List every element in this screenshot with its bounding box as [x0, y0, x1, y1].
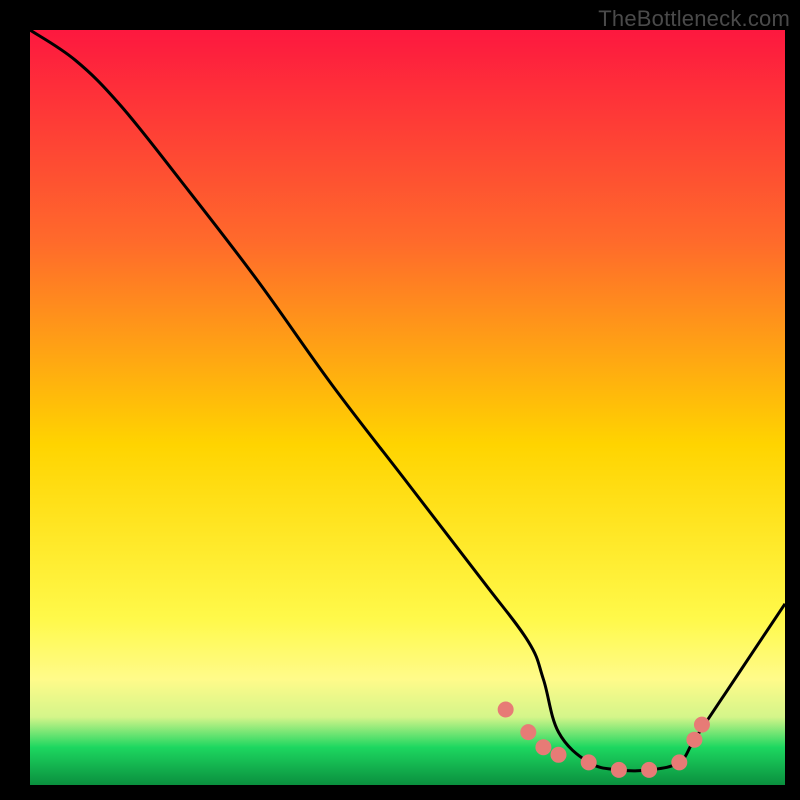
optimal-marker — [520, 724, 536, 740]
optimal-marker — [671, 754, 687, 770]
optimal-marker — [686, 732, 702, 748]
optimal-marker — [581, 754, 597, 770]
optimal-marker — [498, 702, 514, 718]
plot-background — [30, 30, 785, 785]
optimal-marker — [641, 762, 657, 778]
optimal-marker — [694, 717, 710, 733]
chart-stage: TheBottleneck.com — [0, 0, 800, 800]
chart-svg — [0, 0, 800, 800]
optimal-marker — [551, 747, 567, 763]
optimal-marker — [535, 739, 551, 755]
optimal-marker — [611, 762, 627, 778]
watermark-label: TheBottleneck.com — [598, 6, 790, 32]
